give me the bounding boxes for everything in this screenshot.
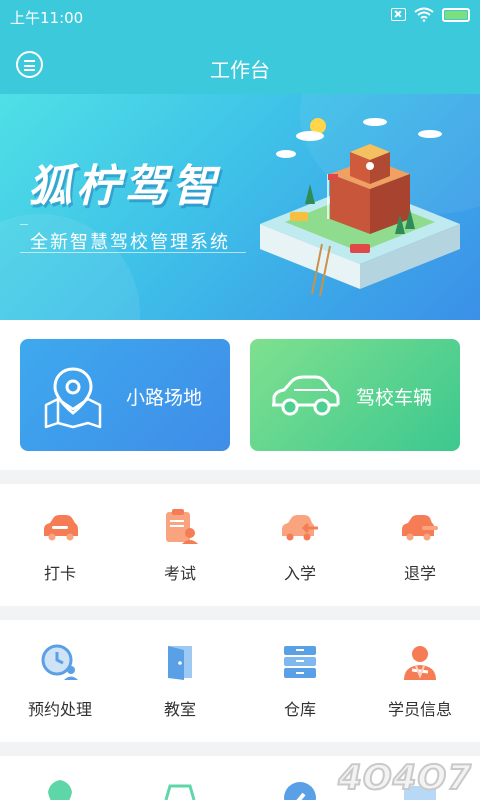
map-pin-icon (44, 367, 102, 429)
grid-item-students[interactable]: 学员信息 (360, 620, 480, 742)
management-grid: 预约处理 教室 仓库 学员信息 (0, 620, 480, 742)
cabinet-icon (284, 646, 316, 678)
banner-brand: 狐柠驾智 (28, 161, 220, 212)
car-enter-icon (282, 515, 318, 541)
battery-icon (442, 7, 470, 22)
grid-item-classroom[interactable]: 教室 (120, 620, 240, 742)
status-time: 上午11:00 (10, 9, 84, 27)
feature-cards: 小路场地 驾校车辆 (0, 320, 480, 470)
student-icon (404, 646, 436, 680)
grid-item-warehouse[interactable]: 仓库 (240, 620, 360, 742)
grid-item-label: 预约处理 (27, 700, 92, 719)
grid-item-enroll[interactable]: 入学 (240, 484, 360, 606)
site-card-label: 小路场地 (126, 387, 203, 409)
grid-item-label: 学员信息 (387, 700, 452, 719)
sim-icon (391, 8, 406, 21)
school-illustration (260, 118, 460, 297)
wrench-icon (284, 782, 316, 800)
grid-item-label: 退学 (403, 564, 436, 583)
car-outline-icon (164, 784, 196, 800)
quick-actions-grid: 打卡 考试 入学 退学 (0, 484, 480, 606)
car-icon (44, 515, 78, 541)
grid-item-appointments[interactable]: 预约处理 (0, 620, 120, 742)
grid-item-more-2[interactable] (120, 756, 240, 800)
grid-item-more-1[interactable] (0, 756, 120, 800)
watermark-logo: 4O4O7 (337, 757, 472, 799)
wifi-icon (414, 7, 434, 22)
grid-item-checkin[interactable]: 打卡 (0, 484, 120, 606)
clipboard-icon (166, 509, 198, 544)
status-bar: 上午11:00 (0, 0, 480, 32)
grid-item-withdraw[interactable]: 退学 (360, 484, 480, 606)
vehicle-card[interactable]: 驾校车辆 (250, 339, 460, 451)
grid-item-label: 入学 (283, 564, 316, 583)
banner[interactable]: 狐柠驾智 全新智慧驾校管理系统 (0, 94, 480, 320)
door-icon (168, 646, 192, 680)
car-exit-icon (402, 515, 438, 541)
grid-item-label: 考试 (163, 564, 196, 583)
vehicle-card-label: 驾校车辆 (356, 387, 433, 409)
status-icons (391, 7, 470, 22)
site-card[interactable]: 小路场地 (20, 339, 230, 451)
shield-icon (48, 780, 72, 800)
clock-user-icon (41, 644, 78, 680)
page-title: 工作台 (210, 58, 270, 82)
grid-item-exam[interactable]: 考试 (120, 484, 240, 606)
app-header: 工作台 (0, 32, 480, 94)
grid-item-label: 教室 (163, 700, 196, 719)
grid-item-label: 打卡 (43, 564, 76, 583)
grid-item-label: 仓库 (283, 700, 316, 719)
car-outline-icon (272, 375, 340, 416)
banner-slogan: 全新智慧驾校管理系统 (30, 232, 230, 253)
